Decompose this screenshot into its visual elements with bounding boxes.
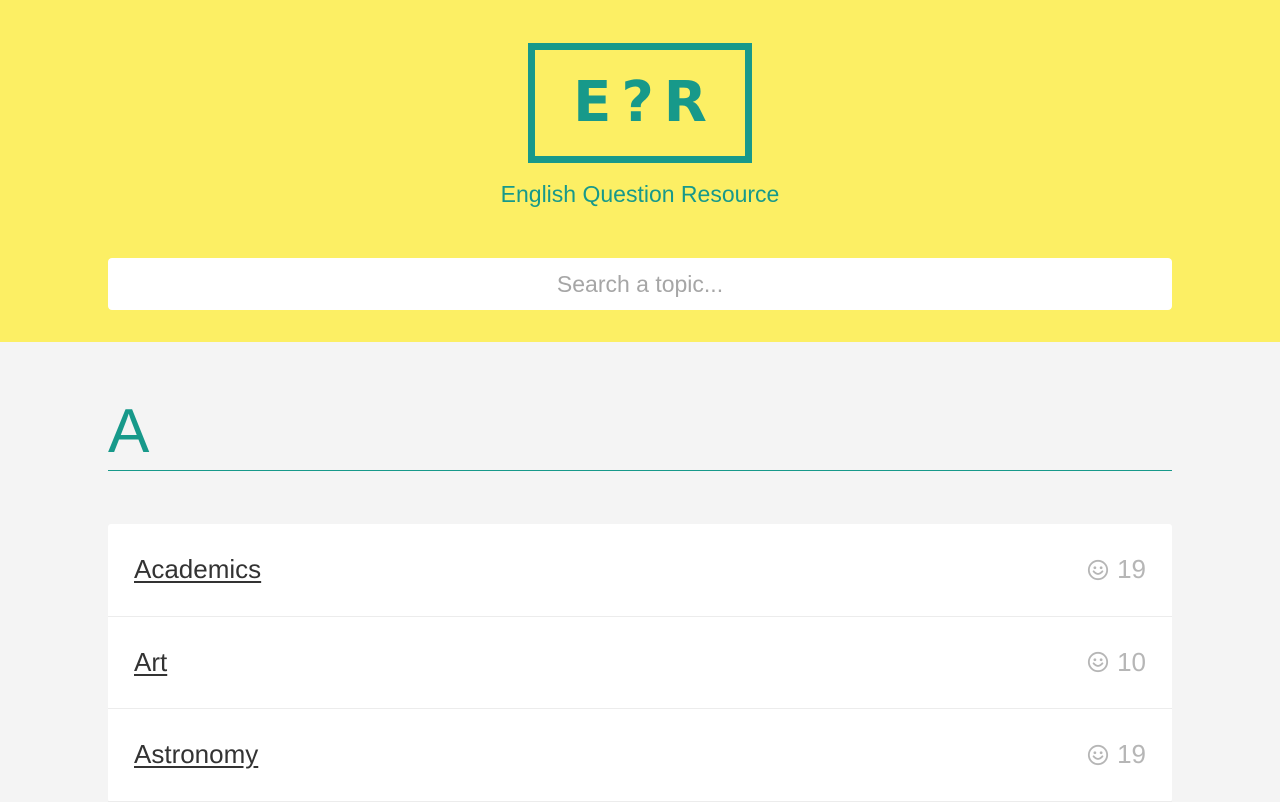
topic-link-astronomy[interactable]: Astronomy [134,739,258,770]
question-count: 19 [1087,554,1146,585]
site-tagline: English Question Resource [500,181,780,207]
topic-link-academics[interactable]: Academics [134,554,261,585]
site-logo[interactable]: E?R [528,43,752,163]
section-letter-heading: A [108,396,1172,471]
list-item: Academics 19 [108,524,1172,617]
question-count-value: 19 [1117,739,1146,770]
logo-text: E?R [573,70,717,135]
smiley-icon [1087,652,1109,673]
list-item: Art 10 [108,617,1172,709]
site-header: E?R English Question Resource [0,0,1280,342]
list-item: Astronomy 19 [108,709,1172,802]
question-count-value: 19 [1117,554,1146,585]
question-count: 19 [1087,739,1146,770]
smiley-icon [1087,744,1109,765]
topic-link-art[interactable]: Art [134,647,167,678]
topic-list: Academics 19 Art 10 Astronomy 19 [108,524,1172,802]
question-count-value: 10 [1117,646,1146,677]
question-count: 10 [1087,647,1146,678]
search-input[interactable] [108,258,1172,310]
smiley-icon [1087,559,1109,580]
